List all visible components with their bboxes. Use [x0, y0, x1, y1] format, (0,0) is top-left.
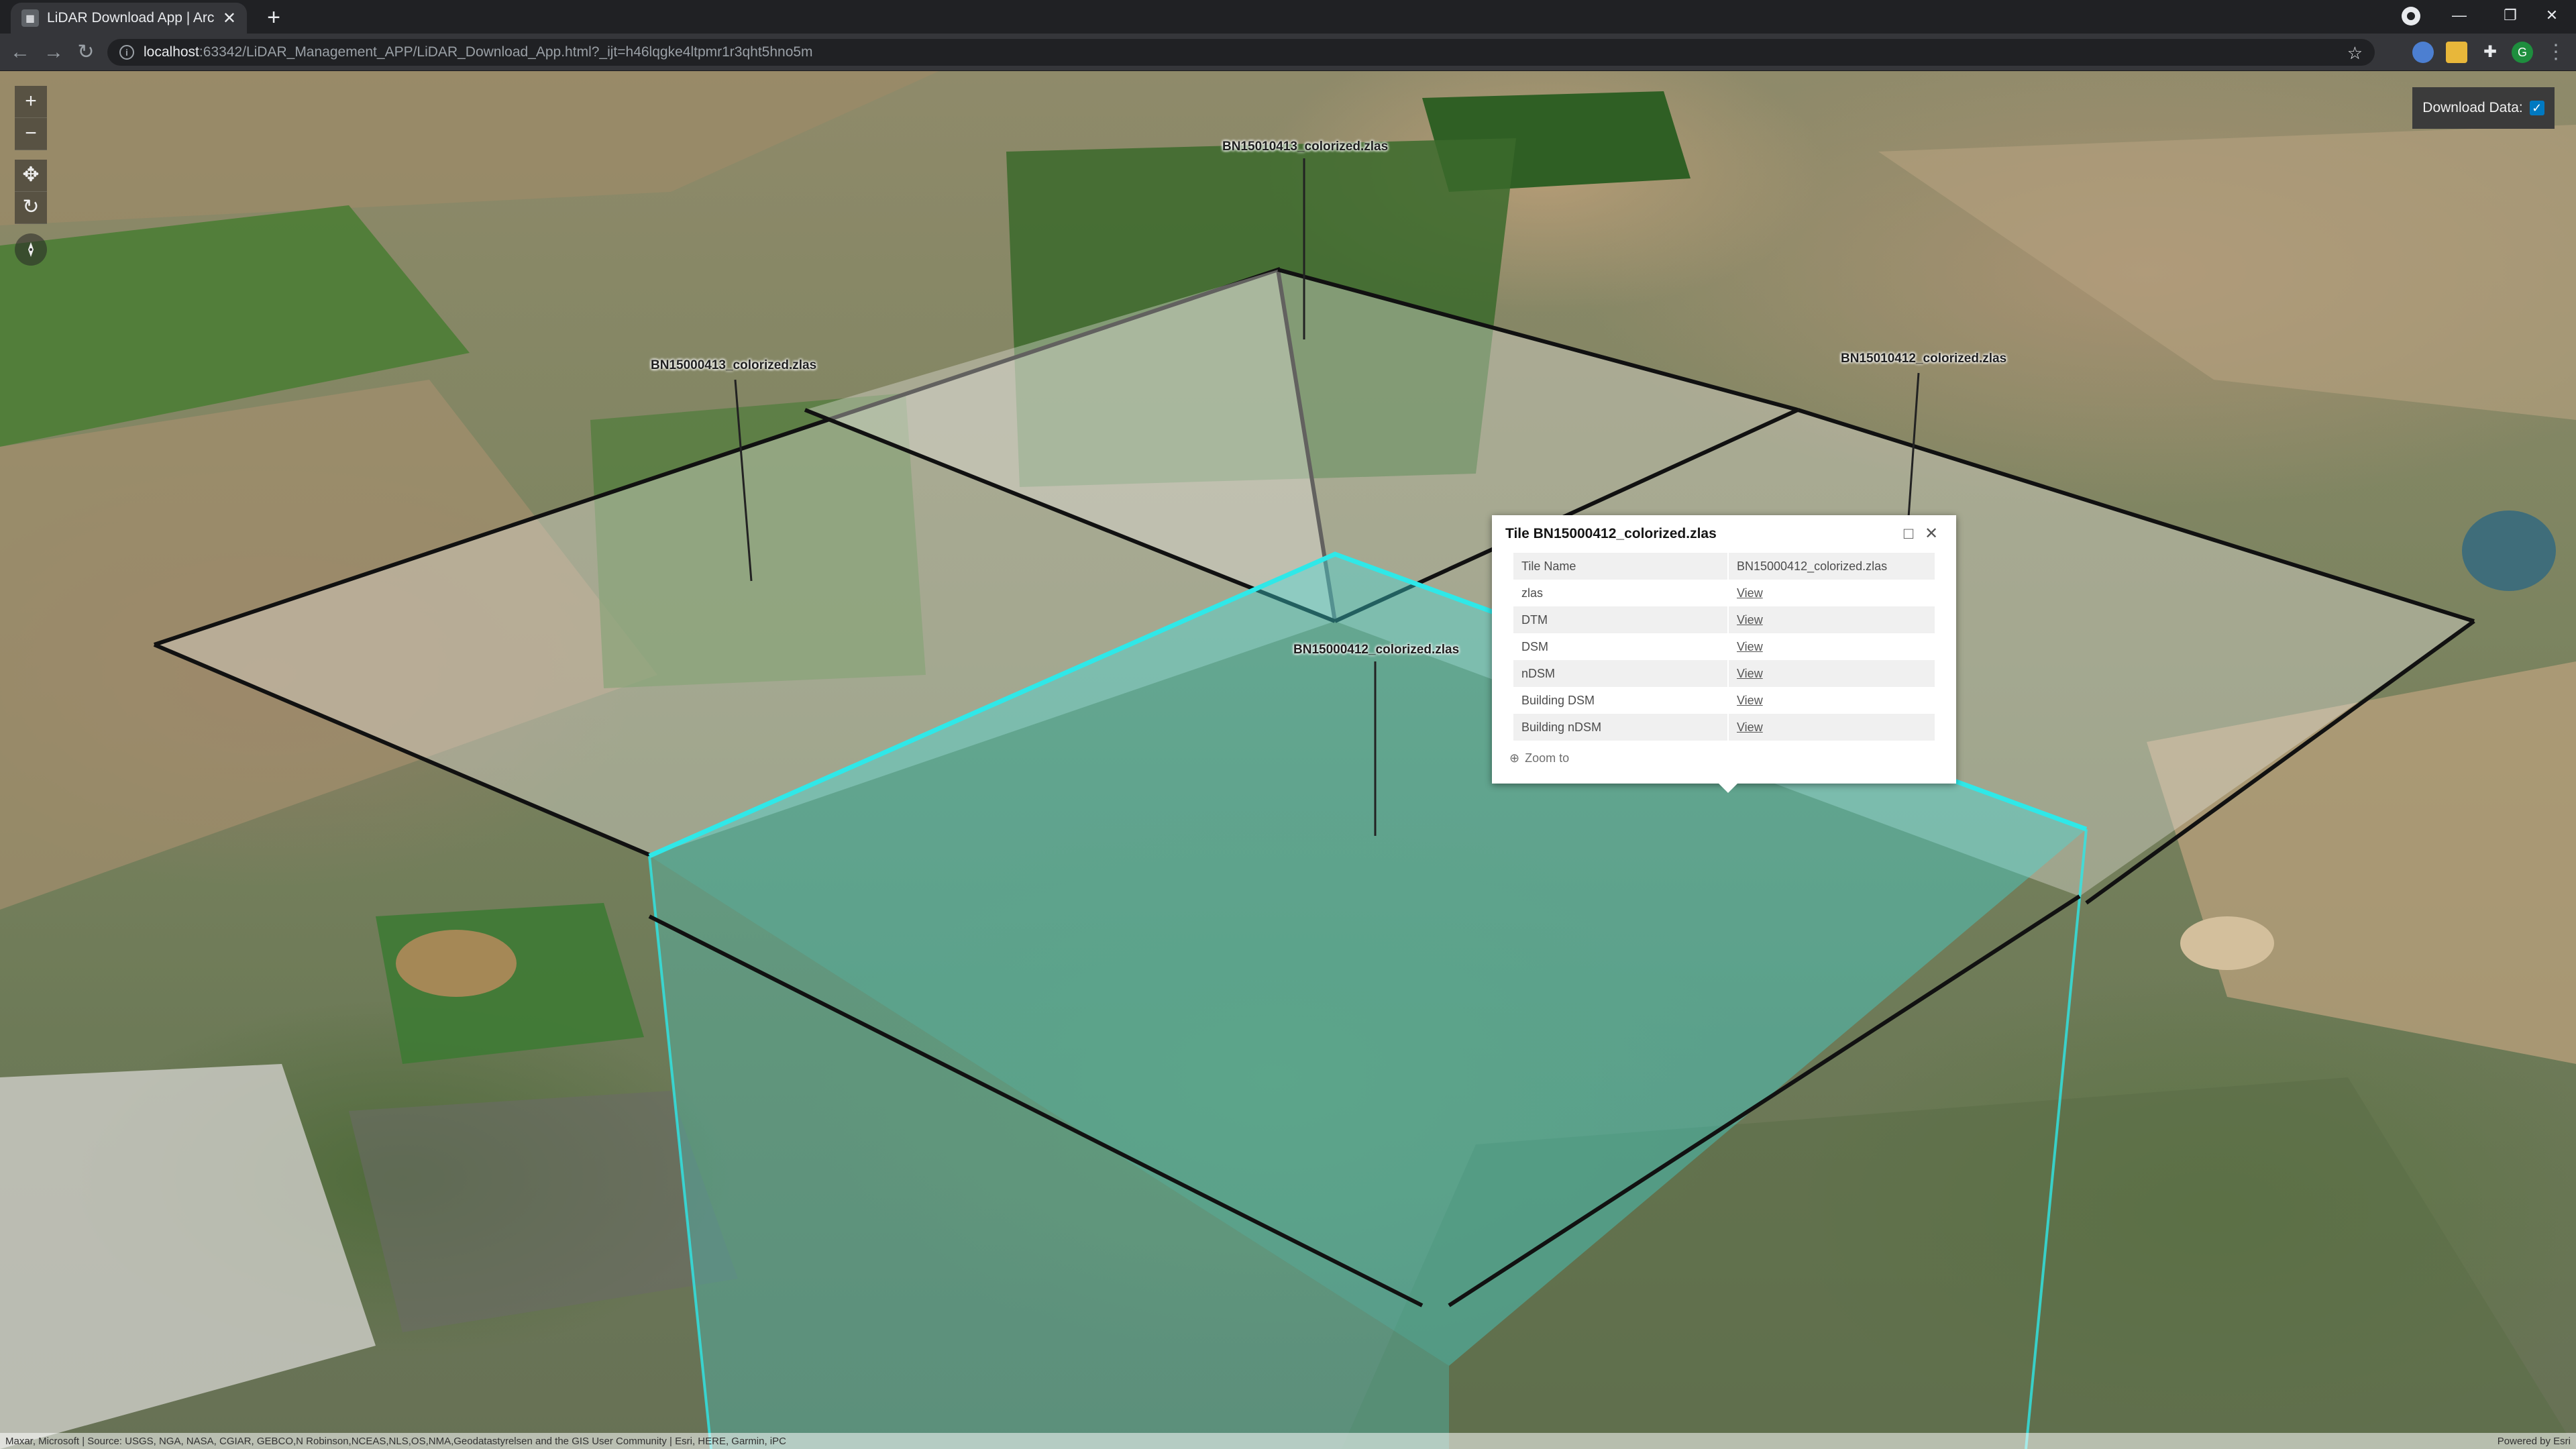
zoom-to-button[interactable]: ⊕ Zoom to: [1509, 751, 1569, 765]
profile-avatar[interactable]: G: [2512, 42, 2533, 63]
address-bar[interactable]: i localhost:63342/LiDAR_Management_APP/L…: [107, 39, 2375, 66]
field-name: Building DSM: [1513, 687, 1729, 714]
field-value: BN15000412_colorized.zlas: [1728, 553, 1935, 580]
tile-label-bn15000413: BN15000413_colorized.zlas: [651, 358, 817, 372]
tab-title: LiDAR Download App | ArcGIS AI: [47, 10, 215, 25]
browser-menu-icon[interactable]: ⋮: [2542, 39, 2569, 66]
download-data-panel[interactable]: Download Data: ✓: [2412, 87, 2555, 129]
close-window-button[interactable]: ✕: [2528, 0, 2576, 31]
zoom-in-button[interactable]: +: [15, 86, 47, 118]
compass-icon[interactable]: [15, 233, 47, 266]
table-row: DTM View: [1513, 606, 1935, 633]
pan-mode-icon[interactable]: ✥: [15, 160, 47, 192]
powered-by-esri[interactable]: Powered by Esri: [2498, 1436, 2571, 1447]
map-viewport[interactable]: BN15010413_colorized.zlas BN15000413_col…: [0, 71, 2576, 1449]
view-ndsm-link[interactable]: View: [1737, 667, 1763, 680]
browser-toolbar: ← → ↻ i localhost:63342/LiDAR_Management…: [0, 34, 2576, 71]
app-favicon-icon: ▦: [21, 9, 39, 27]
zoom-magnifier-icon: ⊕: [1509, 751, 1520, 765]
field-name: zlas: [1513, 580, 1729, 606]
field-name: Building nDSM: [1513, 714, 1729, 741]
browser-tab[interactable]: ▦ LiDAR Download App | ArcGIS AI ✕: [11, 3, 247, 34]
tile-popup: Tile BN15000412_colorized.zlas □ ✕ Tile …: [1492, 515, 1956, 793]
table-row: Tile Name BN15000412_colorized.zlas: [1513, 553, 1935, 580]
field-name: Tile Name: [1513, 553, 1729, 580]
popup-pointer: [1719, 784, 1737, 793]
tile-label-bn15000412: BN15000412_colorized.zlas: [1293, 643, 1460, 657]
table-row: DSM View: [1513, 633, 1935, 660]
dock-popup-icon[interactable]: □: [1897, 523, 1920, 545]
reload-icon[interactable]: ↻: [72, 39, 99, 66]
popup-title: Tile BN15000412_colorized.zlas: [1505, 526, 1717, 541]
extension-folder-icon[interactable]: [2446, 42, 2467, 63]
extension-globe-icon[interactable]: [2412, 42, 2434, 63]
map-navigation-widgets: + − ✥ ↻: [15, 86, 47, 266]
tile-label-bn15010412: BN15010412_colorized.zlas: [1841, 352, 2007, 366]
site-info-icon[interactable]: i: [119, 45, 134, 60]
field-name: DSM: [1513, 633, 1729, 660]
view-dsm-link[interactable]: View: [1737, 640, 1763, 653]
map-attribution[interactable]: Maxar, Microsoft | Source: USGS, NGA, NA…: [0, 1433, 2576, 1449]
download-data-checkbox[interactable]: ✓: [2529, 101, 2544, 115]
zoom-out-button[interactable]: −: [15, 118, 47, 150]
popup-header: Tile BN15000412_colorized.zlas □ ✕: [1492, 515, 1956, 553]
tab-close-icon[interactable]: ✕: [223, 9, 236, 28]
url-path: :63342/LiDAR_Management_APP/LiDAR_Downlo…: [199, 44, 813, 60]
table-row: Building nDSM View: [1513, 714, 1935, 741]
field-name: nDSM: [1513, 660, 1729, 687]
attribute-table: Tile Name BN15000412_colorized.zlas zlas…: [1513, 553, 1935, 741]
download-data-label: Download Data:: [2422, 100, 2523, 115]
scene-canvas[interactable]: [0, 71, 2576, 1449]
extensions-puzzle-icon[interactable]: ✚: [2479, 42, 2501, 63]
view-zlas-link[interactable]: View: [1737, 586, 1763, 600]
table-row: nDSM View: [1513, 660, 1935, 687]
minimize-window-button[interactable]: —: [2434, 0, 2485, 31]
close-icon[interactable]: ✕: [1920, 523, 1943, 545]
view-building-ndsm-link[interactable]: View: [1737, 720, 1763, 734]
browser-tab-bar: ▦ LiDAR Download App | ArcGIS AI ✕ + — ❐…: [0, 0, 2576, 34]
forward-arrow-icon[interactable]: →: [40, 39, 67, 66]
attribution-text: Maxar, Microsoft | Source: USGS, NGA, NA…: [5, 1435, 786, 1447]
view-dtm-link[interactable]: View: [1737, 613, 1763, 627]
zoom-to-label: Zoom to: [1525, 751, 1570, 765]
bookmark-star-icon[interactable]: ☆: [2347, 43, 2363, 64]
table-row: zlas View: [1513, 580, 1935, 606]
view-building-dsm-link[interactable]: View: [1737, 694, 1763, 707]
table-row: Building DSM View: [1513, 687, 1935, 714]
back-arrow-icon[interactable]: ←: [7, 39, 34, 66]
rotate-mode-icon[interactable]: ↻: [15, 192, 47, 224]
tile-label-bn15010413: BN15010413_colorized.zlas: [1222, 140, 1389, 154]
field-name: DTM: [1513, 606, 1729, 633]
url-host: localhost: [144, 44, 199, 60]
new-tab-button[interactable]: +: [260, 4, 287, 31]
profile-menu-icon[interactable]: [2402, 7, 2420, 25]
